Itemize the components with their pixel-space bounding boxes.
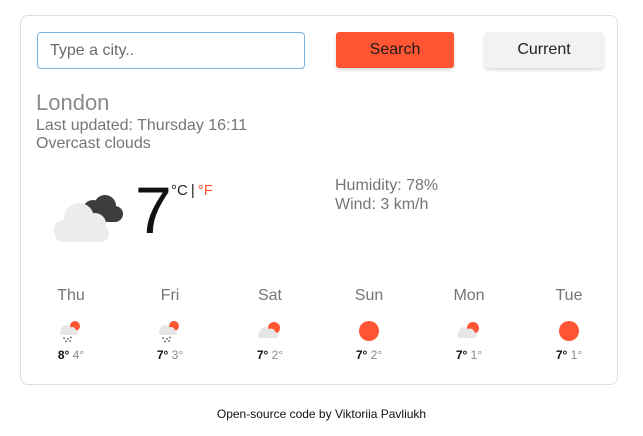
forecast-min: 1° bbox=[470, 348, 483, 362]
forecast-day-name: Sat bbox=[257, 287, 282, 304]
forecast-temps: 7° 1° bbox=[429, 348, 509, 362]
forecast-max: 7° bbox=[355, 348, 368, 362]
partly-cloudy-icon bbox=[258, 322, 280, 338]
partly-cloudy-icon bbox=[457, 322, 479, 338]
forecast-min: 3° bbox=[171, 348, 184, 362]
unit-separator: | bbox=[190, 182, 195, 199]
forecast-day-name: Mon bbox=[453, 287, 485, 304]
forecast-max: 8° bbox=[57, 348, 70, 362]
forecast-temps: 8° 4° bbox=[31, 348, 111, 362]
city-name: London bbox=[36, 90, 110, 115]
rain-icon bbox=[60, 321, 80, 343]
forecast-min: 2° bbox=[271, 348, 284, 362]
sun-icon bbox=[359, 321, 379, 341]
fahrenheit-link[interactable]: °F bbox=[198, 182, 213, 199]
broken-clouds-icon bbox=[54, 195, 123, 242]
forecast-temps: 7° 2° bbox=[329, 348, 409, 362]
forecast-day: Thu 8° 4° bbox=[31, 286, 111, 362]
search-button[interactable]: Search bbox=[336, 32, 454, 68]
forecast-max: 7° bbox=[555, 348, 568, 362]
forecast-max: 7° bbox=[455, 348, 468, 362]
forecast-row: Thu 8° 4° Fri 7° 3° Sat 7° 2° Sun 7° 2° … bbox=[21, 286, 619, 376]
current-location-button[interactable]: Current bbox=[485, 32, 603, 68]
last-updated: Last updated: Thursday 16:11 bbox=[36, 117, 248, 134]
city-search-input[interactable] bbox=[37, 32, 305, 69]
forecast-temps: 7° 3° bbox=[130, 348, 210, 362]
footer-credit: Open-source code by Viktoriia Pavliukh bbox=[216, 407, 427, 421]
forecast-min: 2° bbox=[370, 348, 383, 362]
forecast-day: Sat 7° 2° bbox=[230, 286, 310, 362]
forecast-temps: 7° 1° bbox=[529, 348, 609, 362]
humidity-text: Humidity: 78% bbox=[335, 177, 439, 194]
forecast-day-name: Tue bbox=[555, 287, 583, 304]
forecast-temps: 7° 2° bbox=[230, 348, 310, 362]
rain-icon bbox=[159, 321, 179, 343]
sun-icon bbox=[559, 321, 579, 341]
forecast-day: Mon 7° 1° bbox=[429, 286, 509, 362]
weather-card: Search Current London Last updated: Thur… bbox=[20, 15, 618, 385]
forecast-day: Sun 7° 2° bbox=[329, 286, 409, 362]
unit-switch: °C | °F bbox=[171, 182, 213, 199]
forecast-min: 1° bbox=[570, 348, 583, 362]
forecast-max: 7° bbox=[256, 348, 269, 362]
current-temperature: 7 bbox=[135, 173, 172, 247]
forecast-day: Fri 7° 3° bbox=[130, 286, 210, 362]
forecast-day-name: Fri bbox=[160, 287, 180, 304]
forecast-min: 4° bbox=[72, 348, 85, 362]
wind-text: Wind: 3 km/h bbox=[335, 196, 429, 213]
forecast-day-name: Sun bbox=[354, 287, 384, 304]
forecast-day: Tue 7° 1° bbox=[529, 286, 609, 362]
weather-description: Overcast clouds bbox=[36, 135, 151, 152]
forecast-day-name: Thu bbox=[57, 287, 85, 304]
forecast-max: 7° bbox=[156, 348, 169, 362]
celsius-unit[interactable]: °C bbox=[171, 182, 188, 199]
